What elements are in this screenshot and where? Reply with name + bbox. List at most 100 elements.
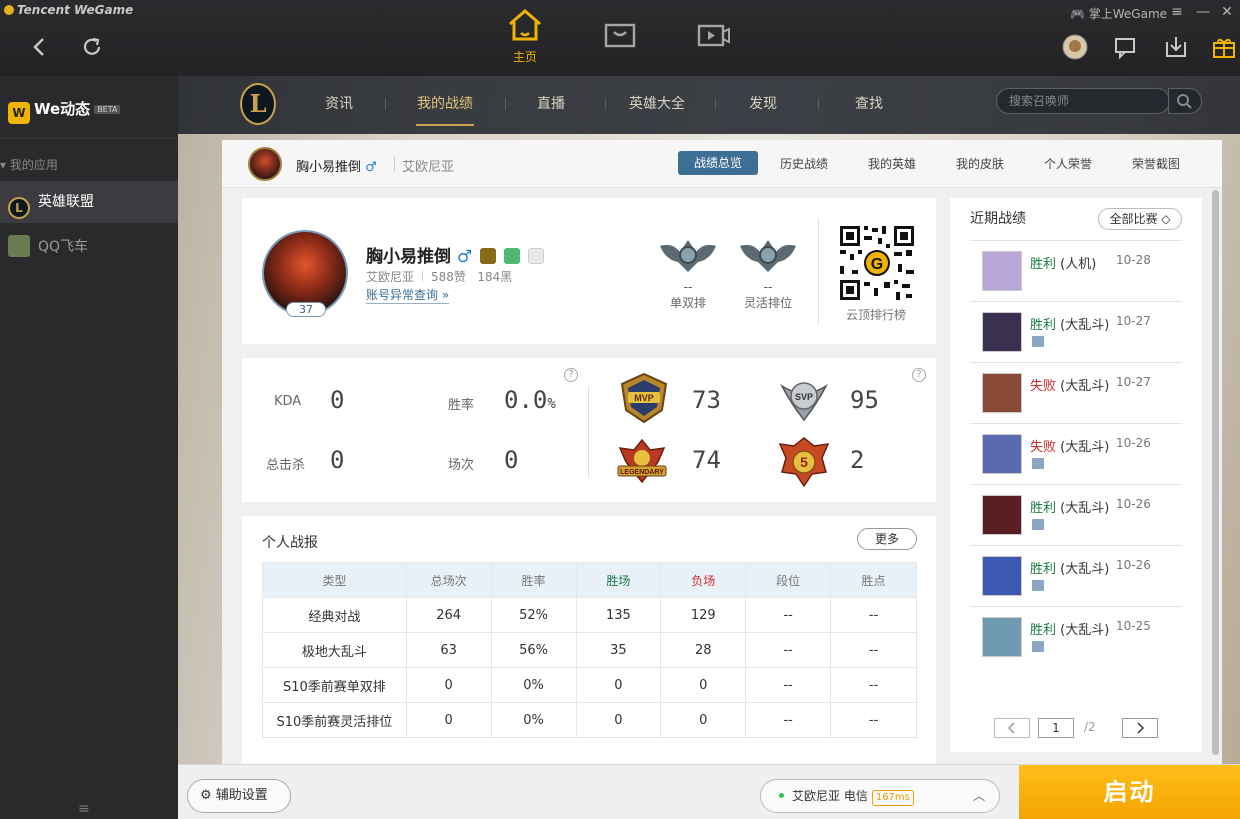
- menu-button[interactable]: ≡: [1167, 2, 1187, 22]
- table-cell: 0: [575, 667, 662, 703]
- scrollbar[interactable]: [1212, 190, 1219, 755]
- refresh-button[interactable]: [79, 34, 105, 60]
- match-date: 10-27: [1116, 375, 1151, 389]
- match-filter-dropdown[interactable]: 全部比赛 ◇: [1098, 208, 1182, 230]
- recent-match-item[interactable]: 胜利 (大乱斗) 10-26: [970, 484, 1182, 545]
- games-label: 场次: [448, 458, 475, 473]
- pagination: 1 /2: [994, 718, 1174, 740]
- copy-icon[interactable]: [504, 248, 521, 264]
- lol-logo-icon[interactable]: L: [240, 83, 276, 125]
- assist-settings-button[interactable]: ⚙ 辅助设置: [187, 779, 291, 813]
- tab-record-overview[interactable]: 战绩总览: [678, 151, 758, 175]
- match-result: 失败 (大乱斗): [1030, 436, 1109, 455]
- user-avatar[interactable]: [1062, 34, 1088, 60]
- profile-card: 37 胸小易推倒 ♂ 艾欧尼亚 588赞 184黑 账号异常查询 » -- 单双排…: [242, 198, 936, 344]
- store-tab[interactable]: [603, 20, 637, 50]
- svp-badge-text: SVP: [795, 392, 813, 402]
- recent-match-item[interactable]: 胜利 (大乱斗) 10-25: [970, 606, 1182, 667]
- image-icon[interactable]: [1032, 336, 1044, 347]
- nav-separator: [818, 98, 819, 110]
- search-button[interactable]: [1168, 88, 1202, 114]
- account-anomaly-link[interactable]: 账号异常查询 »: [366, 286, 450, 304]
- match-outcome: 失败: [1030, 440, 1057, 455]
- nav-search[interactable]: 查找: [855, 93, 883, 113]
- sidebar-menu-button[interactable]: ≡: [78, 801, 90, 817]
- recent-match-item[interactable]: 胜利 (人机) 10-28: [970, 240, 1182, 301]
- match-mode: (大乱斗): [1060, 562, 1110, 577]
- total-kills-value: 0: [330, 446, 345, 474]
- current-page[interactable]: 1: [1038, 718, 1074, 738]
- nav-discover[interactable]: 发现: [749, 93, 777, 113]
- match-date: 10-26: [1116, 497, 1151, 511]
- hero-portrait: [982, 251, 1022, 291]
- nav-my-record[interactable]: 我的战绩: [417, 93, 473, 113]
- trophy-icon: [527, 248, 544, 264]
- tab-honors[interactable]: 个人荣誉: [1044, 155, 1092, 172]
- download-button[interactable]: [1163, 34, 1189, 60]
- rank-flex-value: --: [763, 280, 773, 294]
- nav-news[interactable]: 资讯: [325, 93, 353, 113]
- gift-button[interactable]: [1211, 34, 1237, 60]
- summoner-header: 胸小易推倒 ♂ 艾欧尼亚 战绩总览 历史战绩 我的英雄 我的皮肤 个人荣誉 荣誉…: [222, 140, 1222, 188]
- server-select[interactable]: 艾欧尼亚 电信 167ms ︿: [760, 779, 1000, 813]
- stats-divider: [588, 386, 589, 478]
- help-icon[interactable]: ?: [912, 368, 926, 382]
- sidebar-item-qqspeed[interactable]: QQ飞车: [0, 226, 178, 268]
- match-mode: (大乱斗): [1060, 379, 1110, 394]
- mobile-wegame-link[interactable]: 🎮 掌上WeGame: [1070, 5, 1167, 22]
- image-icon[interactable]: [1032, 580, 1044, 591]
- table-cell: S10季前赛单双排: [262, 667, 407, 703]
- recent-match-item[interactable]: 失败 (大乱斗) 10-27: [970, 362, 1182, 423]
- tab-history[interactable]: 历史战绩: [780, 155, 828, 172]
- avatar-icon: [1062, 34, 1088, 60]
- sidebar-divider: [0, 138, 178, 139]
- qrcode-image[interactable]: G: [838, 224, 916, 302]
- nav-active-indicator: [416, 124, 474, 126]
- close-button[interactable]: ✕: [1217, 2, 1237, 22]
- chat-button[interactable]: [1113, 34, 1139, 60]
- match-outcome: 胜利: [1030, 623, 1057, 638]
- image-icon[interactable]: [1032, 641, 1044, 652]
- help-icon[interactable]: ?: [564, 368, 578, 382]
- status-dot-icon: [779, 793, 784, 798]
- minimize-button[interactable]: —: [1193, 2, 1213, 22]
- more-button[interactable]: 更多: [857, 528, 917, 550]
- recent-match-item[interactable]: 胜利 (大乱斗) 10-27: [970, 301, 1182, 362]
- tab-my-skins[interactable]: 我的皮肤: [956, 155, 1004, 172]
- table-cell: S10季前赛灵活排位: [262, 702, 407, 738]
- col-wins: 胜场: [575, 562, 662, 598]
- refresh-icon: [83, 37, 101, 55]
- home-tab[interactable]: 主页: [500, 8, 550, 68]
- image-icon[interactable]: [1032, 519, 1044, 530]
- next-page-button[interactable]: [1122, 718, 1158, 738]
- sidebar: W We动态 BETA ▾ 我的应用 L 英雄联盟 QQ飞车 ≡: [0, 76, 178, 819]
- table-cell: 0: [660, 702, 747, 738]
- mvp-count: 73: [692, 386, 721, 414]
- video-tab[interactable]: [697, 20, 731, 50]
- legendary-badge-text: LEGENDARY: [620, 469, 664, 476]
- sidebar-item-lol[interactable]: L 英雄联盟: [0, 181, 178, 223]
- recent-match-item[interactable]: 胜利 (大乱斗) 10-26: [970, 545, 1182, 606]
- table-cell: 63: [405, 632, 492, 668]
- recent-match-item[interactable]: 失败 (大乱斗) 10-26: [970, 423, 1182, 484]
- tab-my-heroes[interactable]: 我的英雄: [868, 155, 916, 172]
- nav-live[interactable]: 直播: [537, 93, 565, 113]
- image-icon[interactable]: [1032, 458, 1044, 469]
- launch-button[interactable]: 启动: [1019, 765, 1240, 819]
- tab-honor-screenshots[interactable]: 荣誉截图: [1132, 155, 1180, 172]
- report-card: 个人战报 更多 类型 总场次 胜率 胜场 负场 段位 胜点 经典对战 264 52%…: [242, 516, 936, 764]
- match-date: 10-25: [1116, 619, 1151, 633]
- my-apps-label[interactable]: ▾ 我的应用: [0, 156, 58, 173]
- table-cell: 135: [575, 597, 662, 633]
- we-logo-icon: W: [8, 102, 30, 124]
- beta-badge: BETA: [94, 105, 121, 114]
- match-result: 胜利 (大乱斗): [1030, 497, 1109, 516]
- summoner-search-input[interactable]: 搜索召唤师: [996, 88, 1170, 114]
- we-dynamics-link[interactable]: W We动态 BETA: [8, 98, 121, 124]
- prev-page-button[interactable]: [994, 718, 1030, 738]
- nav-heroes[interactable]: 英雄大全: [629, 93, 685, 113]
- table-row: 极地大乱斗 63 56% 35 28 -- --: [262, 632, 917, 668]
- back-button[interactable]: [27, 34, 53, 60]
- table-cell: --: [745, 632, 832, 668]
- table-row: S10季前赛单双排 0 0% 0 0 -- --: [262, 667, 917, 703]
